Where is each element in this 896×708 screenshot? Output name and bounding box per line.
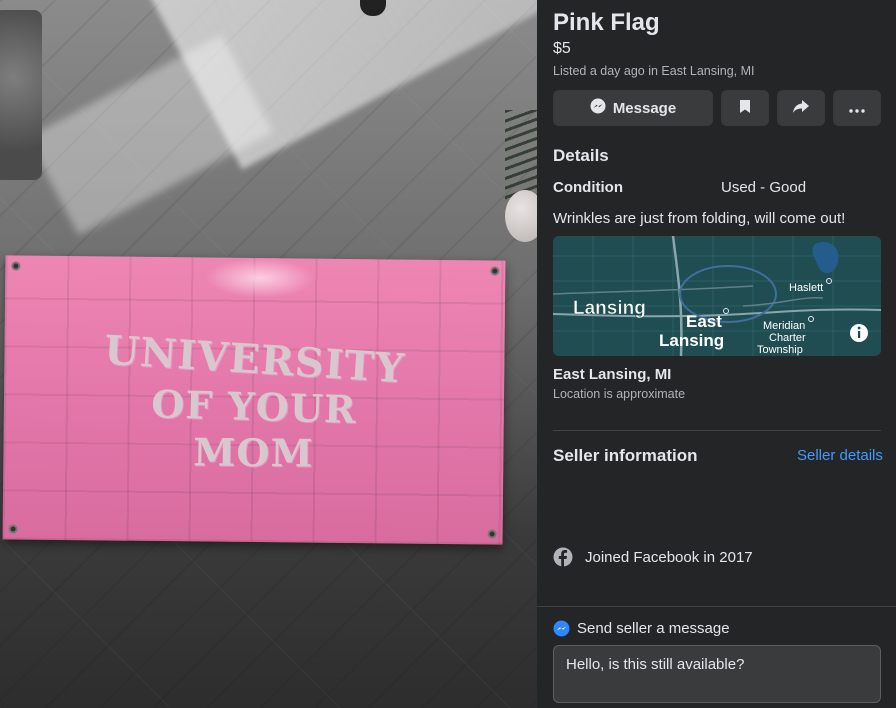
- message-button-label: Message: [612, 99, 677, 117]
- message-button[interactable]: Message: [553, 90, 713, 126]
- gray-rug: [0, 10, 42, 180]
- bookmark-icon: [739, 99, 751, 118]
- messenger-icon: [590, 98, 606, 118]
- map-label-lansing: Lansing: [573, 298, 646, 319]
- pink-flag: UNIVERSITY OF YOUR MOM: [2, 255, 506, 545]
- flag-text-line-3: MOM: [193, 429, 314, 476]
- location-note: Location is approximate: [553, 387, 686, 401]
- sunlight-patch-small: [27, 34, 273, 236]
- seller-info-heading: Seller information: [553, 446, 698, 465]
- section-divider: [537, 606, 896, 607]
- share-button[interactable]: [777, 90, 825, 126]
- flag-grommet: [487, 529, 497, 539]
- save-button[interactable]: [721, 90, 769, 126]
- map-label-charter: Charter: [769, 332, 806, 344]
- flag-light-reflection: [205, 257, 316, 299]
- listing-price: $5: [553, 40, 571, 57]
- joined-facebook-text: Joined Facebook in 2017: [585, 549, 753, 566]
- more-options-button[interactable]: [833, 90, 881, 126]
- map-label-meridian: Meridian: [763, 320, 805, 332]
- plant-pot: [505, 190, 537, 242]
- section-divider: [553, 430, 881, 431]
- map-label-haslett: Haslett: [789, 282, 823, 294]
- flag-grommet: [11, 261, 21, 271]
- listing-sidebar: Pink Flag $5 Listed a day ago in East La…: [537, 0, 896, 708]
- info-icon: [850, 324, 868, 342]
- listing-meta: Listed a day ago in East Lansing, MI: [553, 64, 755, 78]
- location-map[interactable]: Lansing East Lansing Haslett Meridian Ch…: [553, 236, 881, 356]
- send-message-label: Send seller a message: [577, 620, 730, 637]
- more-icon: [849, 100, 865, 117]
- map-label-lansing-2: Lansing: [659, 331, 724, 350]
- listing-description: Wrinkles are just from folding, will com…: [553, 210, 846, 227]
- listing-photo: UNIVERSITY OF YOUR MOM: [0, 0, 537, 708]
- map-label-township: Township: [757, 344, 803, 356]
- flag-grommet: [8, 524, 18, 534]
- share-icon: [792, 99, 810, 118]
- listing-title: Pink Flag: [553, 9, 660, 36]
- facebook-icon: [553, 547, 573, 567]
- condition-value: Used - Good: [721, 179, 807, 196]
- message-input[interactable]: Hello, is this still available?: [553, 645, 881, 703]
- flag-grommet: [490, 266, 500, 276]
- condition-label: Condition: [553, 179, 623, 196]
- messenger-icon: [553, 620, 570, 637]
- details-heading: Details: [553, 146, 609, 165]
- seller-details-link[interactable]: Seller details: [797, 447, 883, 464]
- map-label-east: East: [686, 312, 722, 331]
- location-name: East Lansing, MI: [553, 366, 672, 383]
